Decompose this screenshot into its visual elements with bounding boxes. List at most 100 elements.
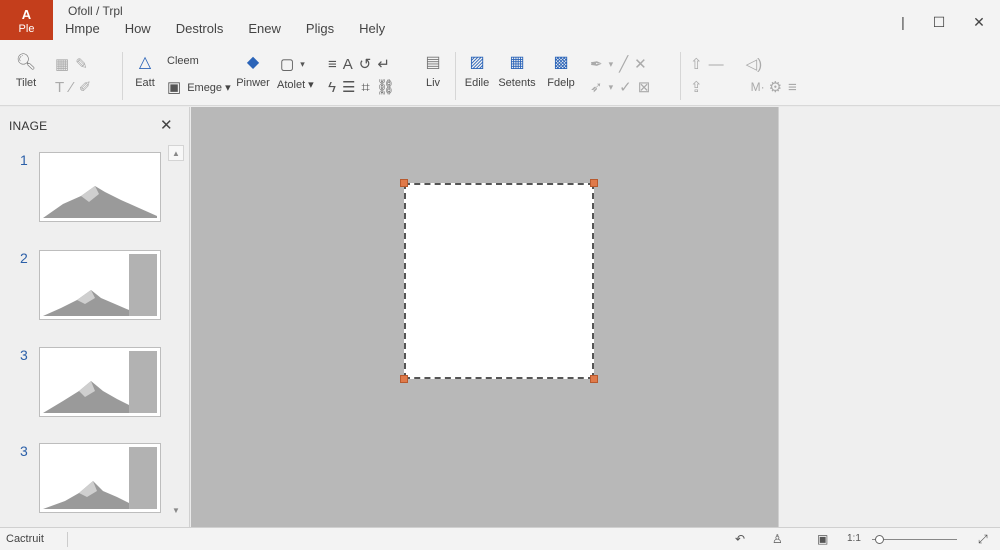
wrap-icon[interactable]: ↵ [377, 55, 390, 73]
thumbnail[interactable] [39, 347, 161, 417]
line-icon[interactable]: ╱ [619, 55, 628, 73]
image-icon: ▣ [167, 79, 182, 96]
menu-pligs[interactable]: Pligs [306, 21, 334, 36]
chevron-down-icon[interactable]: ▾ [609, 82, 614, 93]
atolet-button[interactable]: Atolet ▾ [277, 78, 314, 91]
pinwer-button[interactable]: ◆ Pinwer [236, 53, 270, 89]
cleem-button[interactable]: Cleem [167, 55, 199, 67]
edile-button[interactable]: ▨ Edile [463, 53, 491, 89]
emege-button[interactable]: ▣ Emege ▾ [167, 78, 231, 96]
fill-icon: ◆ [246, 54, 260, 71]
title-bar: A Ple Ofoll / Trpl Hmpe How Destrols Ene… [0, 0, 1000, 44]
disabled-tools-top: ▦ ✎ [55, 55, 94, 73]
eatt-button[interactable]: △ Eatt [130, 53, 160, 89]
undo-icon[interactable]: ↶ [735, 532, 745, 546]
resize-handle-bottom-left[interactable] [400, 375, 408, 383]
setents-button[interactable]: ▦ Setents [496, 53, 538, 89]
mountain-image [43, 156, 157, 218]
link-icon[interactable]: ⛓ [376, 78, 395, 96]
zoom-slider-knob[interactable] [875, 535, 884, 544]
chevron-down-icon[interactable]: ▾ [609, 59, 614, 70]
zoom-slider[interactable] [872, 539, 957, 540]
list-icon[interactable]: ☰ [342, 78, 355, 96]
arrange-tools-bottom: ⇪ M· ⚙ ≡ [690, 78, 803, 97]
edile-label: Edile [464, 77, 490, 89]
volume-icon[interactable]: ◁) [746, 55, 763, 73]
x-icon[interactable]: ✕ [634, 55, 647, 73]
settings-grid-icon: ▦ [509, 54, 525, 71]
m-label[interactable]: M· [751, 80, 765, 94]
status-text: Cactruit [6, 533, 44, 545]
rotate-icon[interactable]: ↺ [359, 55, 372, 73]
menu-hely[interactable]: Hely [359, 21, 385, 36]
person-icon[interactable]: ♙ [772, 532, 783, 546]
liv-label: Liv [425, 77, 441, 89]
brush-icon[interactable]: ✎ [75, 55, 88, 73]
maximize-button[interactable]: ☐ [929, 12, 949, 32]
font-icon[interactable]: A [343, 56, 353, 73]
fdelp-label: Fdelp [547, 77, 575, 89]
pencil-icon[interactable]: ✐ [79, 78, 92, 96]
ribbon-divider [680, 52, 681, 100]
dash-icon[interactable]: — [709, 56, 724, 73]
equals-icon[interactable]: ≡ [788, 79, 797, 96]
pinwer-label: Pinwer [236, 77, 270, 89]
panel-title: INAGE [9, 119, 48, 133]
menu-destrols[interactable]: Destrols [176, 21, 224, 36]
pattern-icon[interactable]: ▦ [55, 55, 69, 73]
thumbnail[interactable] [39, 443, 161, 513]
fit-icon[interactable]: ⤢ [978, 532, 988, 547]
file-button[interactable]: A Ple [0, 0, 53, 40]
frame-icon: ▢ [280, 56, 295, 73]
crop-icon[interactable]: ⌗ [361, 79, 369, 96]
align-icon[interactable]: ≡ [328, 56, 337, 73]
thumbnail[interactable] [39, 152, 161, 222]
menu-how[interactable]: How [125, 21, 151, 36]
minimize-button[interactable]: | [893, 12, 913, 32]
setents-label: Setents [498, 77, 536, 89]
image-panel: INAGE ✕ ▲ ▼ 1 2 3 3 [0, 107, 190, 527]
edit-tools-top: ✒ ▾ ╱ ✕ [590, 55, 653, 73]
push-up-icon[interactable]: ⇪ [690, 78, 703, 96]
arrow-icon[interactable]: ➶ [590, 78, 603, 96]
document-title: Ofoll / Trpl [68, 4, 123, 18]
thumbnail-number: 3 [20, 443, 28, 459]
scroll-up-icon[interactable]: ▲ [168, 145, 184, 161]
resize-handle-bottom-right[interactable] [590, 375, 598, 383]
right-pane [778, 107, 1000, 527]
arrange-tools-top: ⇧ — ◁) [690, 55, 768, 74]
check-icon[interactable]: ✓ [619, 78, 632, 96]
thumbnail-number: 1 [20, 152, 28, 168]
frame-dropdown[interactable]: ▢ ▾ [280, 55, 311, 73]
box-x-icon[interactable]: ⊠ [638, 78, 651, 96]
fdelp-button[interactable]: ▩ Fdelp [543, 53, 579, 89]
menu-bar: Hmpe How Destrols Enew Pligs Hely [65, 21, 410, 36]
pen-tool-icon[interactable]: ✒ [590, 55, 603, 73]
thumbnail-number: 3 [20, 347, 28, 363]
text-tool-icon[interactable]: T [55, 79, 64, 96]
settings-small-icon[interactable]: ⚙ [769, 78, 782, 96]
ribbon-divider [455, 52, 456, 100]
close-icon[interactable]: ✕ [160, 116, 173, 134]
view-icon[interactable]: ▣ [817, 532, 828, 546]
canvas-area[interactable] [191, 107, 778, 527]
menu-home[interactable]: Hmpe [65, 21, 100, 36]
close-window-button[interactable]: ✕ [969, 12, 989, 32]
menu-enew[interactable]: Enew [248, 21, 281, 36]
up-arrow-icon[interactable]: ⇧ [690, 55, 703, 73]
resize-handle-top-right[interactable] [590, 179, 598, 187]
pen-icon[interactable]: ⁄ [70, 79, 73, 96]
scroll-down-icon[interactable]: ▼ [168, 503, 184, 519]
selected-image-frame[interactable] [400, 179, 598, 383]
lightning-icon[interactable]: ϟ [328, 79, 336, 96]
folder-icon: ▨ [469, 54, 485, 71]
ribbon-divider [122, 52, 123, 100]
liv-button[interactable]: ▤ Liv [422, 53, 444, 89]
thumbnail[interactable] [39, 250, 161, 320]
layers-icon: ▤ [425, 54, 441, 71]
panel-scrollbar[interactable]: ▲ ▼ [168, 145, 184, 521]
mountain-image [43, 254, 157, 316]
resize-handle-top-left[interactable] [400, 179, 408, 187]
tilet-button[interactable]: 🔍︎ Tilet [10, 53, 42, 89]
edit-tools-bottom: ➶ ▾ ✓ ⊠ [590, 78, 656, 96]
